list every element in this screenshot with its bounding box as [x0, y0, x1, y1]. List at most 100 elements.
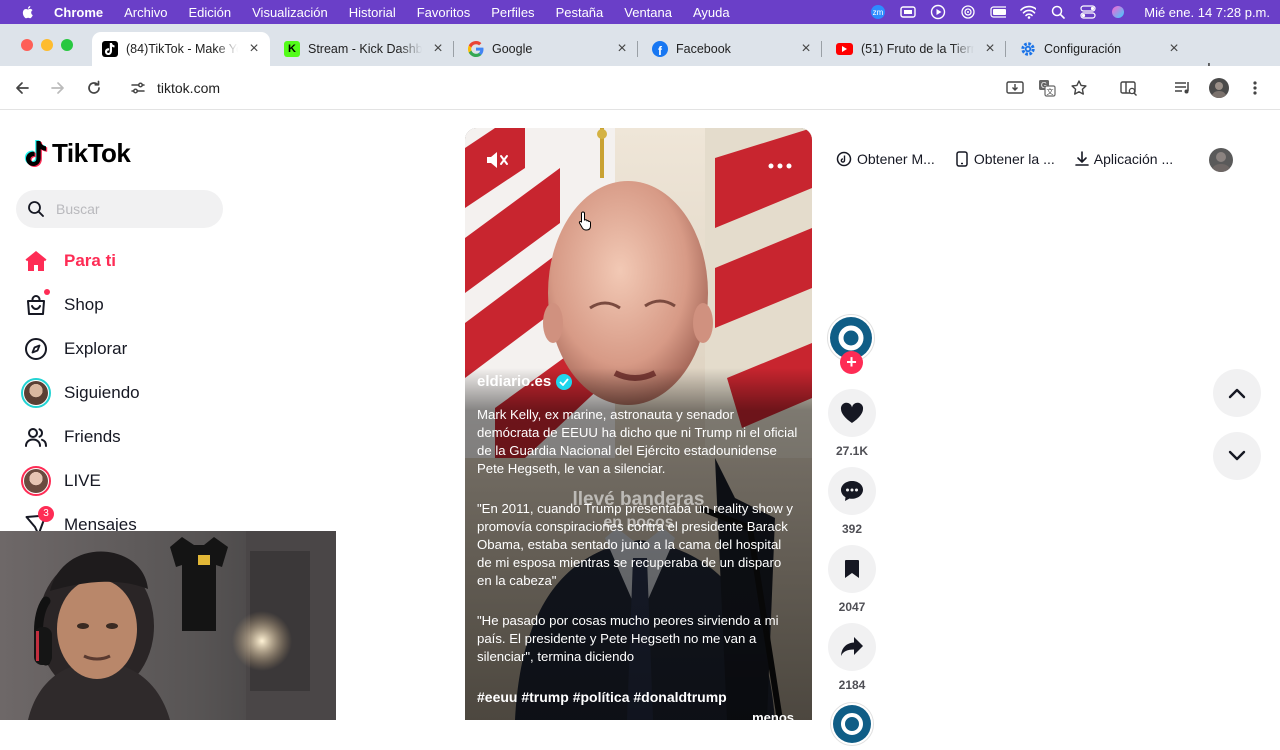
close-tab-icon[interactable]: × — [798, 41, 814, 57]
tiktok-wordmark: TikTok — [52, 138, 131, 168]
nav-label: Para ti — [64, 251, 116, 270]
follow-plus-button[interactable]: + — [840, 351, 863, 374]
sound-avatar[interactable] — [830, 702, 874, 746]
author-name[interactable]: eldiario.es — [477, 373, 551, 390]
forward-arrow-icon[interactable] — [49, 79, 67, 97]
bookmark-star-icon[interactable] — [1070, 79, 1088, 97]
tab-youtube[interactable]: (51) Fruto de la Tierra × — [826, 32, 1006, 66]
verified-badge-icon — [556, 373, 573, 390]
tab-settings[interactable]: Configuración × — [1010, 32, 1190, 66]
video-hashtags[interactable]: #eeuu #trump #política #donaldtrump — [477, 689, 727, 705]
video-author[interactable]: eldiario.es — [477, 373, 573, 390]
tiktok-logo[interactable]: TikTok — [24, 138, 131, 169]
compass-icon — [20, 333, 52, 365]
chrome-profile-avatar[interactable] — [1209, 78, 1229, 98]
tab-title: Configuración — [1044, 42, 1122, 56]
tab-kick[interactable]: K Stream - Kick Dashboard × — [274, 32, 454, 66]
nav-item-friends[interactable]: Friends — [20, 417, 320, 457]
previous-video-button[interactable] — [1213, 369, 1261, 417]
menu-perfiles[interactable]: Perfiles — [491, 5, 534, 20]
zoom-status-icon[interactable]: zm — [870, 5, 886, 19]
menu-favoritos[interactable]: Favoritos — [417, 5, 470, 20]
nav-item-shop[interactable]: Shop — [20, 285, 320, 325]
video-description-paragraph: "En 2011, cuando Trump presentaba un rea… — [477, 501, 793, 588]
menu-edicion[interactable]: Edición — [188, 5, 231, 20]
close-tab-icon[interactable]: × — [246, 41, 262, 57]
apple-icon[interactable] — [20, 4, 36, 20]
chevron-up-icon — [1228, 388, 1246, 399]
search-box[interactable] — [16, 190, 223, 228]
menu-archivo[interactable]: Archivo — [124, 5, 167, 20]
nav-label: LIVE — [64, 471, 101, 490]
chrome-menu-icon[interactable] — [1246, 79, 1264, 97]
tab-facebook[interactable]: f Facebook × — [642, 32, 822, 66]
search-input[interactable] — [56, 199, 216, 219]
close-tab-icon[interactable]: × — [614, 41, 630, 57]
get-app-link[interactable]: Obtener la ... — [955, 151, 1055, 167]
menu-ventana[interactable]: Ventana — [624, 5, 672, 20]
side-panel-icon[interactable] — [1120, 79, 1138, 97]
menu-pestana[interactable]: Pestaña — [556, 5, 604, 20]
close-tab-icon[interactable]: × — [982, 41, 998, 57]
maximize-window-button[interactable] — [61, 39, 73, 51]
macos-menu-bar: Chrome Archivo Edición Visualización His… — [0, 0, 1280, 24]
video-description-paragraph: "He pasado por cosas mucho peores sirvie… — [477, 613, 779, 664]
tools-status-icon[interactable] — [900, 5, 916, 19]
siri-icon[interactable] — [1110, 5, 1126, 19]
reload-icon[interactable] — [85, 79, 103, 97]
more-options-icon[interactable] — [768, 156, 792, 169]
link-label: Aplicación ... — [1093, 151, 1174, 167]
control-center-icon[interactable] — [1080, 5, 1096, 19]
site-info-icon[interactable] — [130, 80, 146, 96]
address-bar[interactable]: tiktok.com — [120, 72, 1096, 104]
show-less-link[interactable]: menos — [752, 710, 794, 720]
nav-item-explorar[interactable]: Explorar — [20, 329, 320, 369]
menu-visualizacion[interactable]: Visualización — [252, 5, 328, 20]
back-arrow-icon[interactable] — [13, 79, 31, 97]
share-button[interactable] — [828, 623, 876, 671]
install-app-icon[interactable] — [1006, 79, 1024, 97]
menu-historial[interactable]: Historial — [349, 5, 396, 20]
kick-favicon-icon: K — [284, 41, 300, 57]
user-profile-avatar[interactable] — [1209, 148, 1233, 172]
comment-button[interactable] — [828, 467, 876, 515]
friends-icon — [20, 421, 52, 453]
menu-ayuda[interactable]: Ayuda — [693, 5, 730, 20]
tab-tiktok[interactable]: (84)TikTok - Make Your Day × — [92, 32, 270, 66]
airplay-icon[interactable] — [960, 5, 976, 19]
translate-icon[interactable]: G文 — [1038, 79, 1056, 97]
close-tab-icon[interactable]: × — [1166, 41, 1182, 57]
tab-google[interactable]: Google × — [458, 32, 638, 66]
battery-icon[interactable] — [990, 5, 1007, 19]
svg-text:zm: zm — [873, 8, 884, 17]
mute-icon[interactable] — [485, 150, 511, 170]
nav-item-live[interactable]: LIVE — [20, 461, 320, 501]
get-coins-link[interactable]: Obtener M... — [836, 151, 935, 167]
youtube-favicon-icon — [836, 43, 853, 55]
tab-title: Stream - Kick Dashboard — [308, 42, 422, 56]
play-status-icon[interactable] — [930, 4, 946, 20]
next-video-button[interactable] — [1213, 432, 1261, 480]
menu-bar-clock[interactable]: Mié ene. 14 7:28 p.m. — [1144, 5, 1270, 20]
url-text[interactable]: tiktok.com — [157, 80, 220, 96]
browser-toolbar: tiktok.com G文 — [0, 66, 1280, 110]
spotlight-search-icon[interactable] — [1050, 5, 1066, 19]
save-button[interactable] — [828, 545, 876, 593]
close-window-button[interactable] — [21, 39, 33, 51]
tab-title: (84)TikTok - Make Your Day — [126, 42, 238, 56]
chevron-down-icon — [1228, 450, 1246, 461]
like-button[interactable] — [828, 389, 876, 437]
video-player[interactable]: eldiario.es llevé banderas en pocos Mark… — [465, 128, 812, 720]
menu-app-chrome[interactable]: Chrome — [54, 5, 103, 20]
video-description-paragraph: Mark Kelly, ex marine, astronauta y sena… — [477, 407, 798, 476]
live-avatar — [20, 465, 52, 497]
media-control-icon[interactable] — [1174, 79, 1192, 97]
minimize-window-button[interactable] — [41, 39, 53, 51]
nav-label: Friends — [64, 427, 121, 446]
comment-icon — [841, 481, 863, 501]
close-tab-icon[interactable]: × — [430, 41, 446, 57]
pc-app-link[interactable]: Aplicación ... — [1074, 151, 1174, 167]
nav-item-siguiendo[interactable]: Siguiendo — [20, 373, 320, 413]
wifi-icon[interactable] — [1020, 5, 1037, 19]
nav-item-para-ti[interactable]: Para ti — [20, 241, 320, 281]
